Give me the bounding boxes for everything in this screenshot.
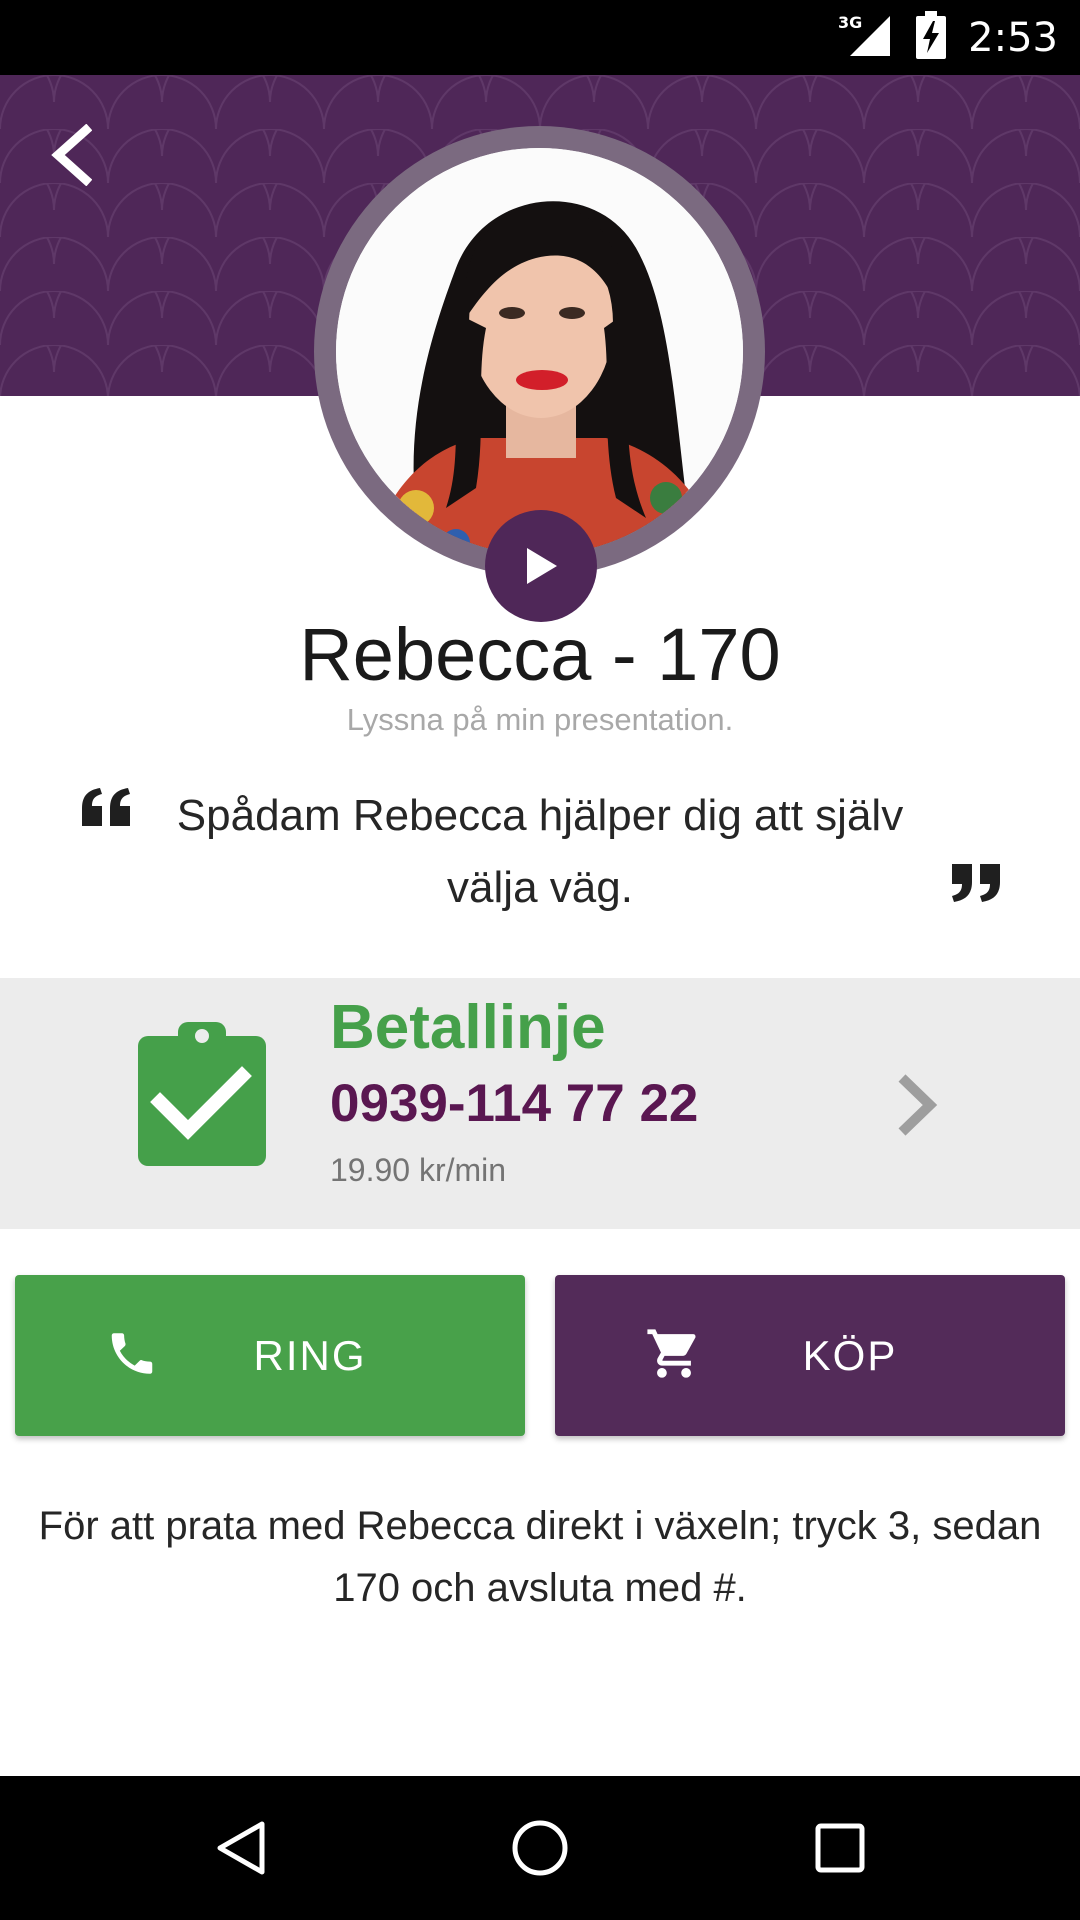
buy-button-label: KÖP: [802, 1331, 898, 1379]
battery-charging-icon: [916, 11, 947, 64]
nav-back-button[interactable]: [168, 1776, 312, 1920]
navigation-bar: [0, 1776, 1080, 1920]
nav-home-button[interactable]: [468, 1776, 612, 1920]
presentation-link[interactable]: Lyssna på min presentation.: [0, 702, 1080, 738]
quote-open-icon: [80, 788, 134, 833]
advisor-name: Rebecca - 170: [299, 613, 781, 696]
ring-button[interactable]: RING: [15, 1275, 525, 1436]
avatar: [336, 148, 743, 555]
buy-button[interactable]: KÖP: [555, 1275, 1065, 1436]
payment-number: 0939-114 77 22: [330, 1074, 699, 1133]
clipboard-check-icon: [138, 1022, 266, 1171]
quote-close-icon: [948, 862, 1002, 907]
signal-icon: 3G: [838, 12, 894, 63]
back-button[interactable]: [30, 115, 110, 195]
play-icon: [527, 548, 557, 584]
payment-rate: 19.90 kr/min: [330, 1152, 507, 1188]
status-time: 2:53: [968, 14, 1058, 61]
quote-text: Spådam Rebecca hjälper dig att själv väl…: [176, 791, 904, 912]
play-presentation-button[interactable]: [485, 510, 597, 622]
payment-line-card[interactable]: Betallinje 0939-114 77 22 19.90 kr/min: [0, 978, 1080, 1229]
square-recents-icon: [815, 1823, 865, 1873]
triangle-back-icon: [217, 1821, 265, 1875]
ring-button-label: RING: [253, 1331, 367, 1379]
status-bar: 3G 2:53: [0, 0, 1080, 75]
chevron-left-icon: [51, 124, 92, 186]
screen: 3G 2:53 Rebecca - 170 Lyssna på min pres…: [0, 0, 1080, 1920]
network-type: 3G: [838, 13, 862, 32]
nav-recents-button[interactable]: [768, 1776, 912, 1920]
chevron-right-icon: [890, 1070, 942, 1145]
payment-title: Betallinje: [330, 993, 606, 1062]
circle-home-icon: [512, 1820, 568, 1876]
instructions-text: För att prata med Rebecca direkt i växel…: [38, 1504, 1042, 1610]
